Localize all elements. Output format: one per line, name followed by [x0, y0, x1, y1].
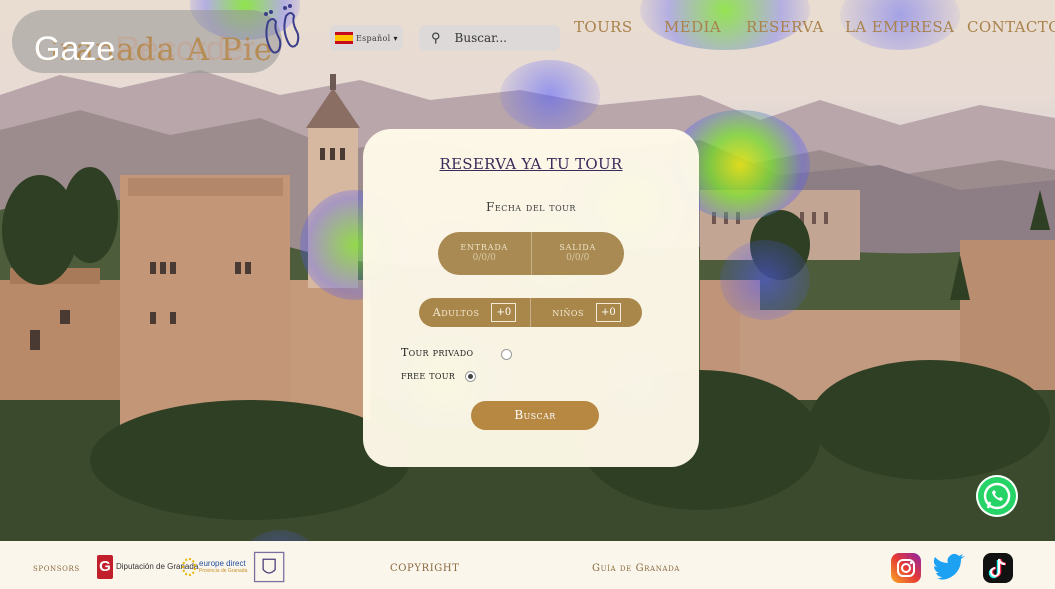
- children-selector[interactable]: niños +0: [530, 298, 642, 327]
- adults-count[interactable]: +0: [491, 303, 517, 322]
- recorder-watermark-prefix: Gaze: [34, 30, 116, 68]
- twitter-icon[interactable]: [932, 553, 965, 583]
- whatsapp-icon[interactable]: [976, 475, 1018, 517]
- entrada-value: 0/0/0: [472, 252, 496, 263]
- booking-title: RESERVA YA TU TOUR: [439, 155, 623, 173]
- diputacion-g-icon: G: [97, 555, 113, 579]
- sponsor-ayuntamiento-logo[interactable]: [248, 549, 292, 585]
- tiktok-icon[interactable]: [983, 553, 1013, 583]
- footer: sponsors G Diputación de Granada europe …: [0, 541, 1055, 589]
- free-tour-label: free tour: [401, 368, 456, 382]
- entrada-label: entrada: [460, 242, 509, 252]
- sponsors-label: sponsors: [33, 563, 80, 574]
- recorder-watermark: GazeRecorder: [34, 30, 255, 69]
- brand-badge[interactable]: Granada A Pie GazeRecorder: [12, 10, 282, 73]
- nav-la-empresa[interactable]: LA EMPRESA: [845, 18, 954, 36]
- nav-tours[interactable]: TOURS: [574, 18, 633, 36]
- language-label: Español: [356, 33, 391, 43]
- option-free-tour[interactable]: free tour: [401, 368, 477, 382]
- europe-direct-name: europe direct: [199, 559, 246, 569]
- tour-date-label: Fecha del tour: [486, 200, 576, 214]
- children-count[interactable]: +0: [595, 303, 621, 322]
- caret-down-icon: ▾: [393, 33, 398, 43]
- children-label: niños: [552, 306, 584, 319]
- feet-icon: [264, 4, 300, 54]
- adults-label: Adultos: [432, 306, 480, 319]
- free-tour-radio[interactable]: [465, 371, 477, 382]
- nav-contacto[interactable]: CONTACTO: [967, 18, 1055, 36]
- date-range-picker[interactable]: entrada 0/0/0 salida 0/0/0: [438, 232, 624, 275]
- guest-counter: Adultos +0 niños +0: [419, 298, 642, 327]
- salida-field[interactable]: salida 0/0/0: [530, 232, 625, 275]
- instagram-icon[interactable]: [891, 553, 921, 583]
- salida-label: salida: [559, 242, 597, 252]
- europe-direct-sub: Provincia de Granada: [199, 567, 248, 574]
- recorder-watermark-suffix: Recorder: [115, 30, 256, 68]
- booking-card: RESERVA YA TU TOUR Fecha del tour entrad…: [363, 129, 699, 467]
- option-private-tour[interactable]: Tour privado: [401, 345, 513, 360]
- entrada-field[interactable]: entrada 0/0/0: [438, 232, 531, 275]
- nav-media[interactable]: MEDIA: [664, 18, 721, 36]
- sponsor-europe-direct-logo[interactable]: europe direct Provincia de Granada: [182, 549, 247, 585]
- search-box[interactable]: ⚲: [419, 25, 560, 51]
- search-input[interactable]: [454, 31, 545, 45]
- guide-link[interactable]: Guía de Granada: [592, 563, 680, 574]
- spain-flag-icon: [335, 32, 353, 44]
- salida-value: 0/0/0: [566, 252, 590, 263]
- search-tours-button[interactable]: Buscar: [471, 401, 599, 430]
- nav-reserva[interactable]: RESERVA: [746, 18, 824, 36]
- search-icon: ⚲: [431, 30, 441, 46]
- adults-selector[interactable]: Adultos +0: [419, 298, 530, 327]
- private-tour-radio[interactable]: [501, 349, 513, 360]
- copyright-link[interactable]: COPYRIGHT: [390, 563, 459, 574]
- eu-stars-icon: [182, 558, 196, 576]
- language-selector[interactable]: Español ▾: [330, 25, 403, 51]
- private-tour-label: Tour privado: [401, 346, 474, 359]
